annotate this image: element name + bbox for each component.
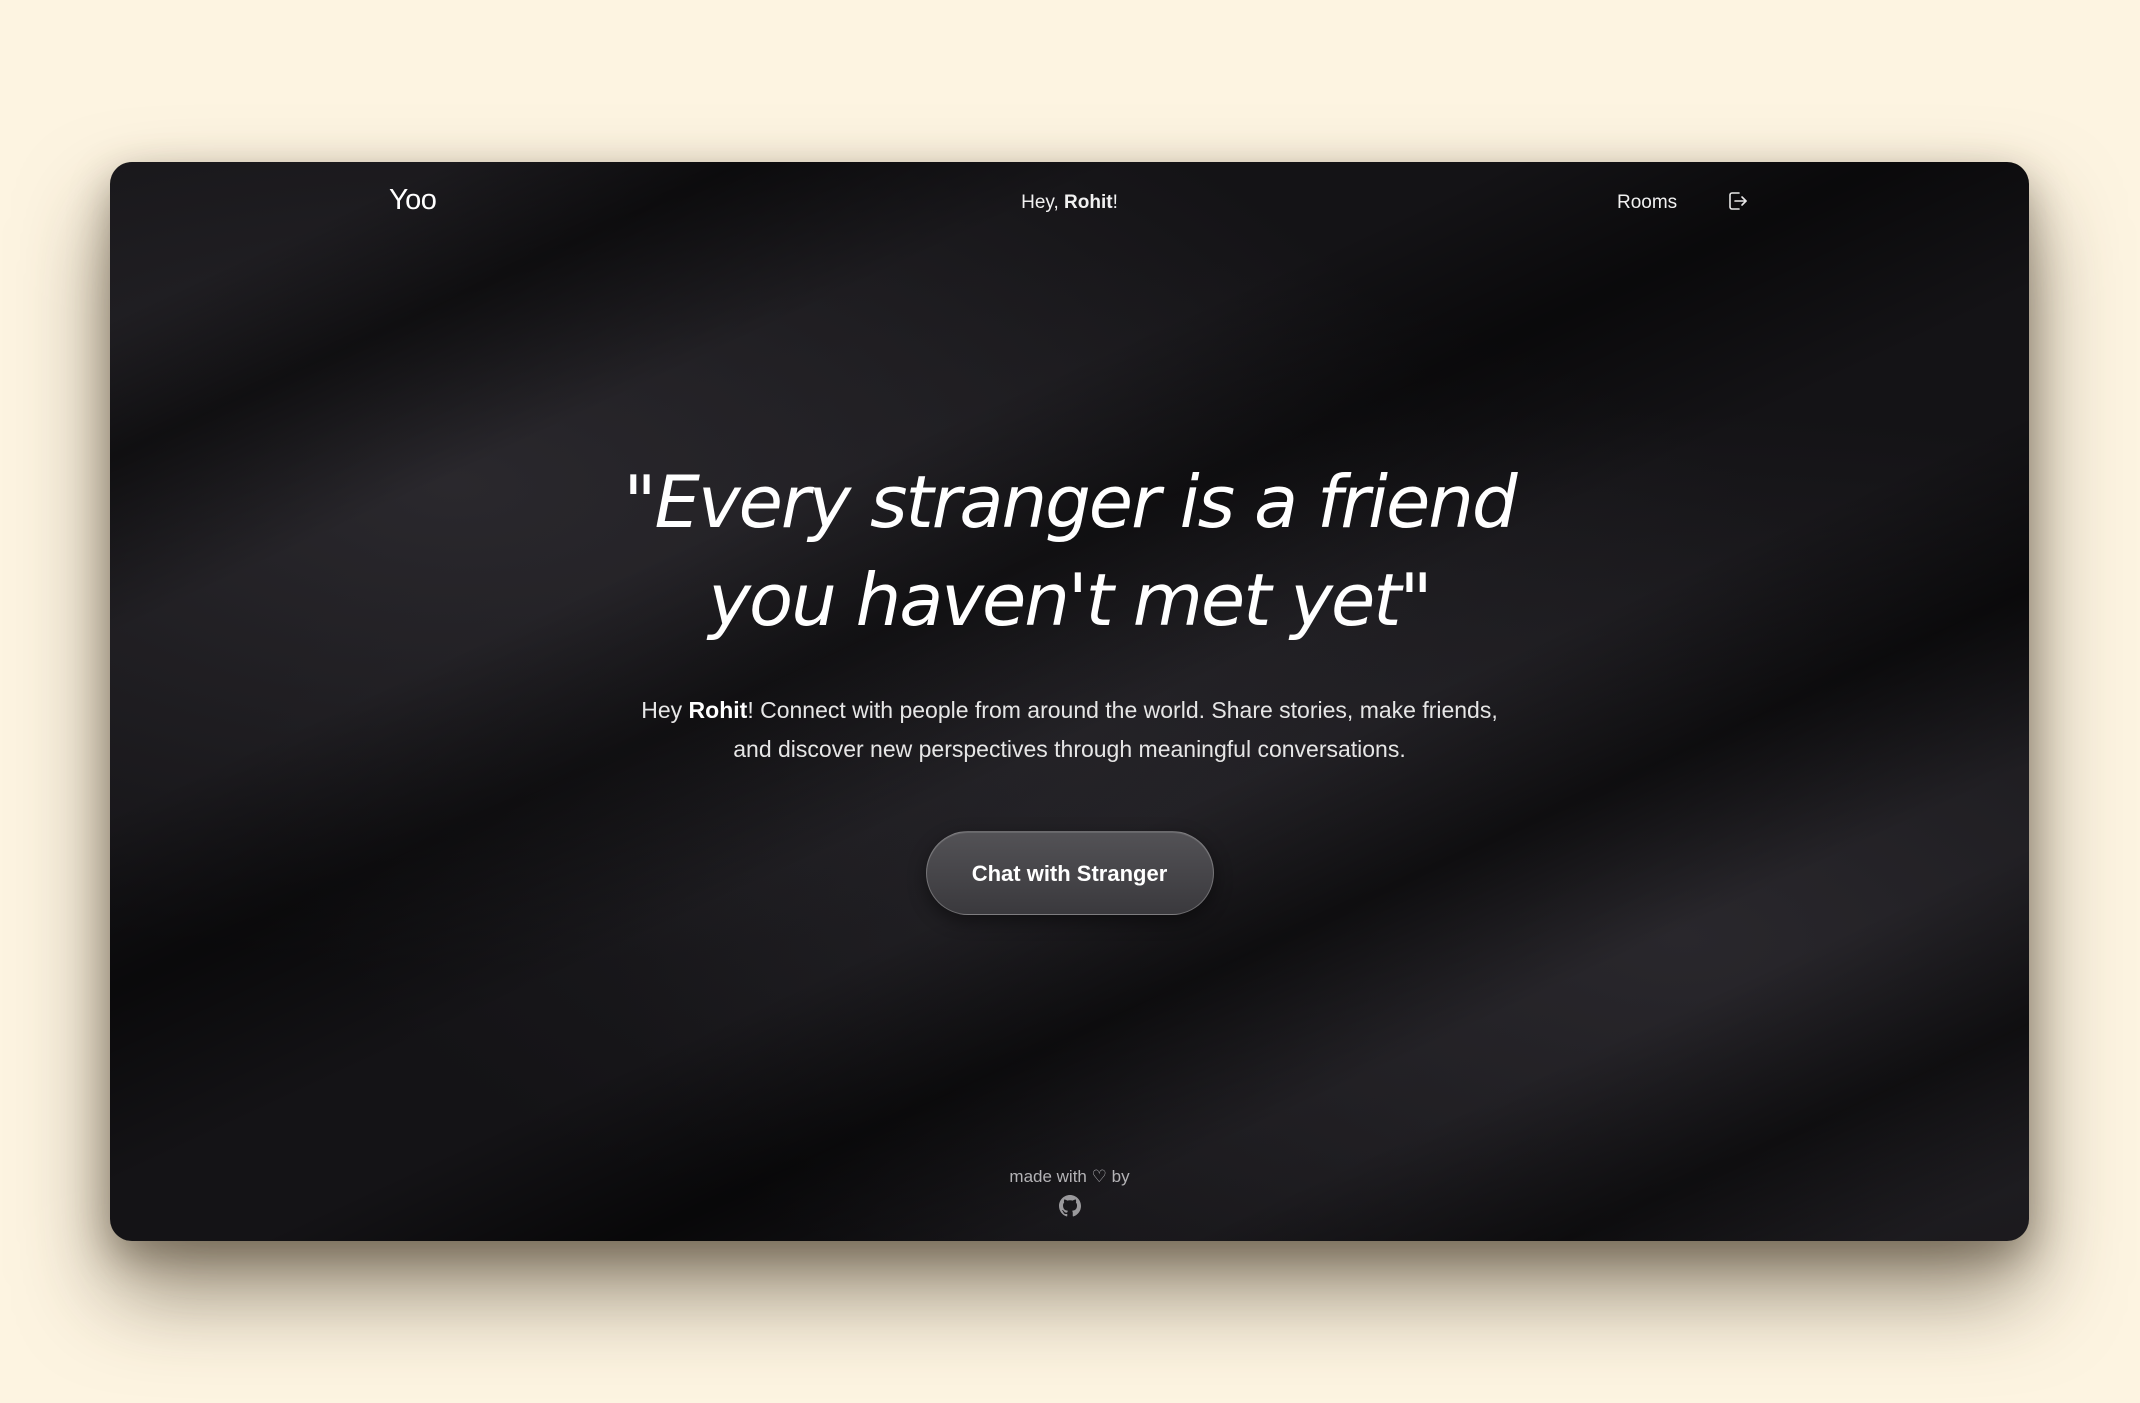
hero-quote: "Every stranger is a friend you haven't … (623, 460, 1517, 642)
footer: made with ♡ by (110, 1167, 2029, 1217)
github-icon[interactable] (1058, 1195, 1081, 1217)
subtitle-user-name: Rohit (688, 697, 748, 723)
logout-icon[interactable] (1725, 189, 1749, 213)
footer-credit: made with ♡ by (110, 1167, 2029, 1187)
footer-by: by (1111, 1167, 1130, 1186)
hero-section: "Every stranger is a friend you haven't … (110, 453, 2029, 915)
greeting-prefix: Hey, (1021, 192, 1065, 213)
footer-made-with: made with (1009, 1167, 1087, 1186)
greeting-suffix: ! (1112, 192, 1118, 213)
greeting-user-name: Rohit (1064, 192, 1113, 213)
subtitle-body: ! Connect with people from around the wo… (733, 697, 1498, 762)
heart-icon: ♡ (1091, 1167, 1107, 1186)
chat-with-stranger-button[interactable]: Chat with Stranger (925, 831, 1214, 915)
hero-subtitle: Hey Rohit! Connect with people from arou… (640, 691, 1500, 769)
app-window: Yoo Hey, Rohit! Rooms "Every stranger is… (110, 162, 2029, 1241)
rooms-link[interactable]: Rooms (1617, 192, 1677, 214)
subtitle-prefix: Hey (641, 697, 689, 723)
